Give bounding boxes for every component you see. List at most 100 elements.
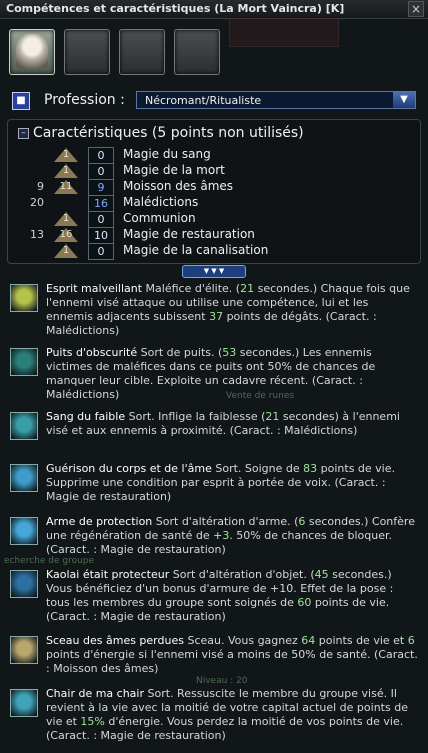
skill-value: 64 — [301, 634, 316, 647]
skill-name: Esprit malveillant — [46, 282, 146, 295]
skill-description: Guérison du corps et de l'âme Sort. Soig… — [46, 462, 418, 504]
attributes-header: Caractéristiques (5 points non utilisés) — [33, 125, 304, 141]
character-portrait-icon — [16, 34, 48, 70]
attribute-rank: 9 — [37, 180, 44, 193]
collapse-icon[interactable]: – — [18, 128, 29, 139]
background-ghost-text: Niveau : 20 — [196, 676, 248, 686]
skill-value: 21 — [240, 282, 255, 295]
attribute-row: 1 0 Magie du sang — [8, 147, 418, 164]
attribute-rank: 13 — [30, 228, 44, 241]
skill-text: Sort d'altération d'arme. ( — [155, 515, 299, 528]
attribute-name: Moisson des âmes — [123, 179, 234, 193]
skill-description: Esprit malveillant Maléfice d'élite. (21… — [46, 282, 418, 338]
skill-description: Chair de ma chair Sort. Ressuscite le me… — [46, 687, 418, 743]
skill-icon[interactable] — [10, 412, 38, 440]
skill-value: 15% — [80, 715, 105, 728]
window-title: Compétences et caractéristiques (La Mort… — [6, 2, 345, 15]
attribute-value: 0 — [88, 243, 114, 260]
skill-icon[interactable] — [10, 284, 38, 312]
skill-name: Sang du faible — [46, 410, 129, 423]
attribute-cost: 16 — [59, 229, 73, 240]
skill-value: 60 — [297, 596, 312, 609]
skill-value: 21 — [265, 410, 280, 423]
skill-description: Puits d'obscurité Sort de puits. (53 sec… — [46, 346, 418, 402]
attribute-increase-button[interactable]: 16 — [54, 228, 78, 242]
attributes-panel: – Caractéristiques (5 points non utilisé… — [7, 119, 421, 264]
skill-icon[interactable] — [10, 570, 38, 598]
skill-text: points de vie et — [315, 634, 408, 647]
skill-value: 83 — [303, 462, 318, 475]
skill-name: Kaolai était protecteur — [46, 568, 173, 581]
attribute-row: 1 0 Magie de la canalisation — [8, 243, 418, 260]
attribute-row: 1 0 Communion — [8, 211, 418, 228]
profession-label: Profession : — [44, 92, 125, 108]
skill-text: points d'énergie si l'ennemi visé a moin… — [46, 648, 418, 675]
skill-description: Kaolai était protecteur Sort d'altératio… — [46, 568, 418, 624]
skill-text: Sceau. Vous gagnez — [187, 634, 302, 647]
skill-name: Guérison du corps et de l'âme — [46, 462, 216, 475]
hero-slot-empty-3[interactable] — [174, 29, 220, 75]
background-ghost-text: echerche de groupe — [4, 556, 95, 566]
attribute-value: 0 — [88, 147, 114, 164]
hero-slot-empty-2[interactable] — [119, 29, 165, 75]
attribute-increase-button[interactable]: 1 — [54, 148, 78, 162]
attribute-value: 9 — [88, 179, 114, 196]
attribute-name: Communion — [123, 211, 196, 225]
skill-value: 53 — [222, 346, 237, 359]
profession-lock-icon[interactable]: ■ — [12, 92, 30, 110]
attribute-row: 13 16 10 Magie de restauration — [8, 227, 418, 244]
profession-dropdown[interactable]: Nécromant/Ritualiste ▼ — [136, 91, 416, 109]
attribute-cost: 11 — [59, 181, 73, 192]
background-bar — [229, 18, 339, 47]
skill-value: 45 — [314, 568, 329, 581]
expand-attributes-button[interactable]: ▼ ▼ ▼ — [182, 265, 246, 278]
skill-text: Sort. Inflige la faiblesse ( — [128, 410, 266, 423]
skill-text: Sort de puits. ( — [140, 346, 223, 359]
skill-name: Chair de ma chair — [46, 687, 148, 700]
skill-text: Sort. Soigne de — [215, 462, 304, 475]
skill-icon[interactable] — [10, 517, 38, 545]
attribute-value: 0 — [88, 211, 114, 228]
attribute-rank: 20 — [30, 196, 44, 209]
hero-slot-active[interactable] — [9, 29, 55, 75]
attribute-row: 20 16 Malédictions — [8, 195, 418, 212]
skill-name: Arme de protection — [46, 515, 156, 528]
attribute-row: 9 11 9 Moisson des âmes — [8, 179, 418, 196]
attribute-row: 1 0 Magie de la mort — [8, 163, 418, 180]
attribute-value: 0 — [88, 163, 114, 180]
skill-description: Sang du faible Sort. Inflige la faibless… — [46, 410, 418, 438]
skill-icon[interactable] — [10, 636, 38, 664]
attribute-cost: 1 — [62, 245, 70, 256]
skill-icon[interactable] — [10, 689, 38, 717]
skill-name: Sceau des âmes perdues — [46, 634, 188, 647]
attribute-value: 10 — [88, 227, 114, 244]
attribute-name: Magie du sang — [123, 147, 211, 161]
skill-text: Sort d'altération d'objet. ( — [172, 568, 315, 581]
skills-window: Compétences et caractéristiques (La Mort… — [0, 0, 428, 753]
attribute-increase-button[interactable]: 1 — [54, 164, 78, 178]
skill-value: 6 — [407, 634, 415, 647]
attribute-name: Malédictions — [123, 195, 199, 209]
attribute-cost: 1 — [62, 165, 70, 176]
attribute-value: 16 — [88, 195, 114, 212]
attribute-cost: 1 — [62, 149, 70, 160]
skill-description: Arme de protection Sort d'altération d'a… — [46, 515, 418, 557]
attribute-cost: 1 — [62, 213, 70, 224]
attribute-increase-button[interactable]: 1 — [54, 244, 78, 258]
title-bar[interactable]: Compétences et caractéristiques (La Mort… — [0, 0, 428, 19]
hero-slot-empty-1[interactable] — [64, 29, 110, 75]
attribute-name: Magie de restauration — [123, 227, 255, 241]
skill-value: 37 — [209, 310, 224, 323]
attribute-increase-button[interactable]: 1 — [54, 212, 78, 226]
close-button[interactable]: × — [408, 1, 424, 17]
attribute-name: Magie de la canalisation — [123, 243, 269, 257]
attribute-increase-button[interactable]: 11 — [54, 180, 78, 194]
skill-icon[interactable] — [10, 348, 38, 376]
chevron-down-icon[interactable]: ▼ — [393, 92, 415, 108]
skill-description: Sceau des âmes perdues Sceau. Vous gagne… — [46, 634, 418, 676]
skill-name: Puits d'obscurité — [46, 346, 141, 359]
skill-text: Maléfice d'élite. ( — [145, 282, 241, 295]
attribute-name: Magie de la mort — [123, 163, 225, 177]
skill-icon[interactable] — [10, 464, 38, 492]
profession-value: Nécromant/Ritualiste — [145, 94, 262, 107]
